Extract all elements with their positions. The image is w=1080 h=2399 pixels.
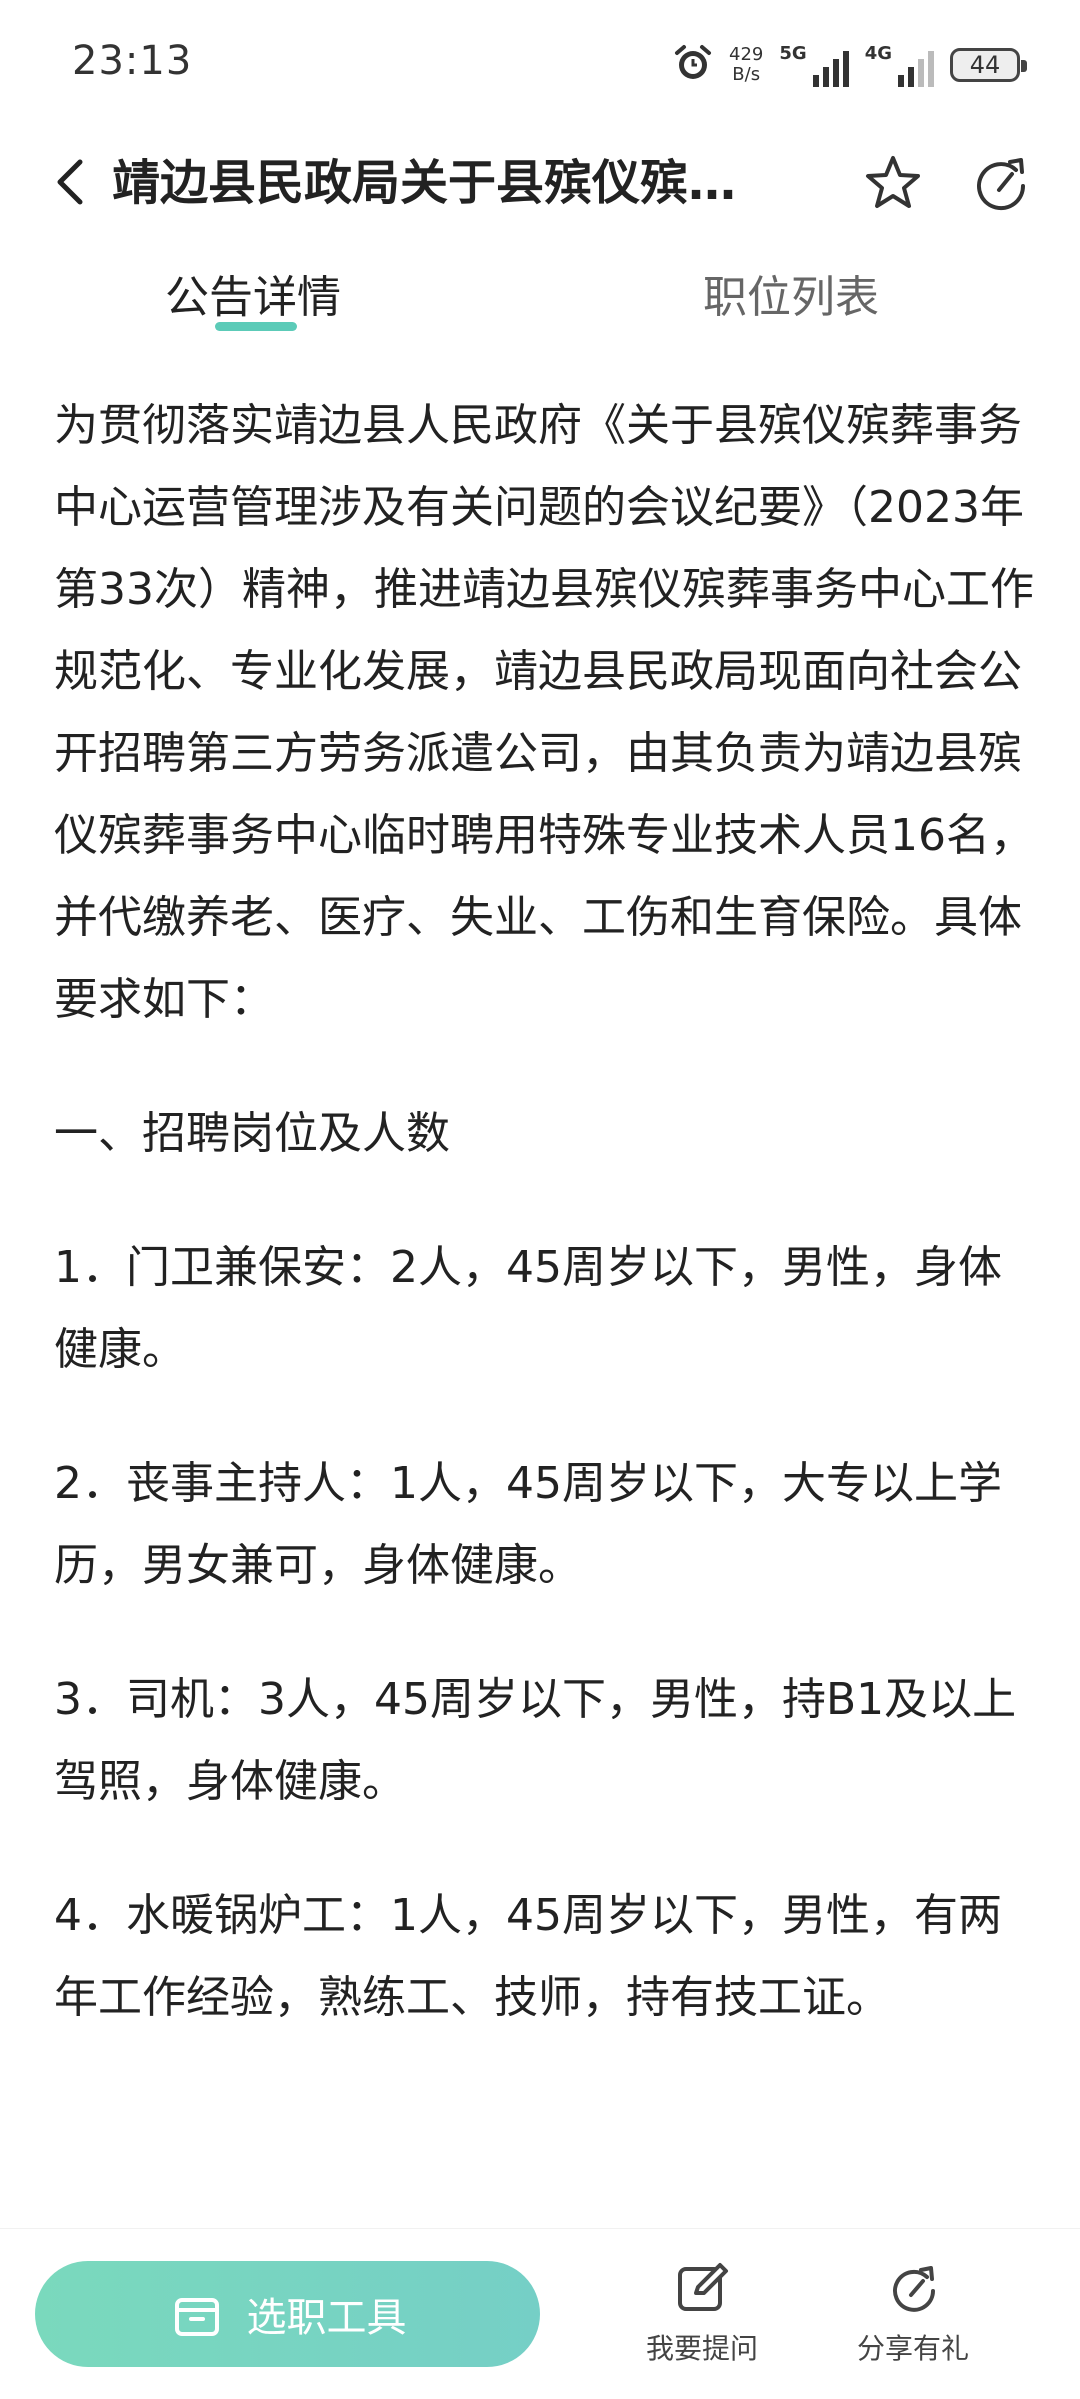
intro-paragraph: 为贯彻落实靖边县人民政府《关于县殡仪殡葬事务中心运营管理涉及有关问题的会议纪要》… xyxy=(54,400,1034,1025)
status-time: 23:13 xyxy=(72,38,193,84)
share-icon xyxy=(893,2266,935,2312)
battery-level: 44 xyxy=(969,51,1001,79)
announcement-content: 为贯彻落实靖边县人民政府《关于县殡仪殡葬事务中心运营管理涉及有关问题的会议纪要》… xyxy=(54,385,1034,2039)
job-tool-button[interactable]: 选职工具 xyxy=(35,2261,540,2367)
section-heading: 一、招聘岗位及人数 xyxy=(54,1108,450,1159)
job-tool-label: 选职工具 xyxy=(246,2295,407,2341)
briefcase-icon xyxy=(174,2298,219,2336)
position-item: 4．水暖锅炉工：1人，45周岁以下，男性，有两年工作经验，熟练工、技师，持有技工… xyxy=(54,1890,1002,2023)
bottom-action-bar: 选职工具 我要提问 分享有礼 xyxy=(0,2228,1080,2399)
page-title: 靖边县民政局关于县殡仪殡… xyxy=(112,155,737,211)
active-tab-indicator xyxy=(215,322,297,331)
signal-5g-label: 5G xyxy=(779,43,807,64)
status-bar: 23:13 429 B/s 5G 4G 44 xyxy=(0,0,1080,130)
net-speed-value: 429 xyxy=(729,44,764,65)
share-reward-button[interactable]: 分享有礼 xyxy=(843,2259,983,2367)
tab-announcement-details[interactable]: 公告详情 xyxy=(165,268,341,328)
tab-position-list[interactable]: 职位列表 xyxy=(703,268,879,328)
net-speed-unit: B/s xyxy=(732,64,761,85)
tab-bar: 公告详情 职位列表 xyxy=(0,258,1080,348)
chevron-left-icon xyxy=(57,159,83,205)
net-speed: 429 B/s xyxy=(729,45,763,85)
edit-icon xyxy=(678,2263,728,2311)
position-item: 1．门卫兼保安：2人，45周岁以下，男性，身体健康。 xyxy=(54,1242,1002,1375)
status-icons: 429 B/s 5G 4G 44 xyxy=(673,40,1027,90)
share-button[interactable] xyxy=(966,148,1036,218)
back-button[interactable] xyxy=(42,152,102,212)
signal-5g-icon: 5G xyxy=(779,43,849,87)
share-reward-label: 分享有礼 xyxy=(856,2332,969,2365)
position-item: 2．丧事主持人：1人，45周岁以下，大专以上学历，男女兼可，身体健康。 xyxy=(54,1458,1002,1591)
star-icon xyxy=(866,156,920,208)
ask-question-label: 我要提问 xyxy=(645,2332,758,2365)
alarm-icon xyxy=(673,43,713,87)
position-item: 3．司机：3人，45周岁以下，男性，持B1及以上驾照，身体健康。 xyxy=(54,1674,1017,1807)
share-icon xyxy=(977,158,1026,211)
signal-4g-label: 4G xyxy=(864,43,892,64)
ask-question-button[interactable]: 我要提问 xyxy=(632,2259,772,2367)
app-header: 靖边县民政局关于县殡仪殡… xyxy=(0,130,1080,240)
signal-4g-icon: 4G xyxy=(865,43,934,87)
favorite-button[interactable] xyxy=(858,148,928,218)
battery-icon: 44 xyxy=(950,48,1027,82)
